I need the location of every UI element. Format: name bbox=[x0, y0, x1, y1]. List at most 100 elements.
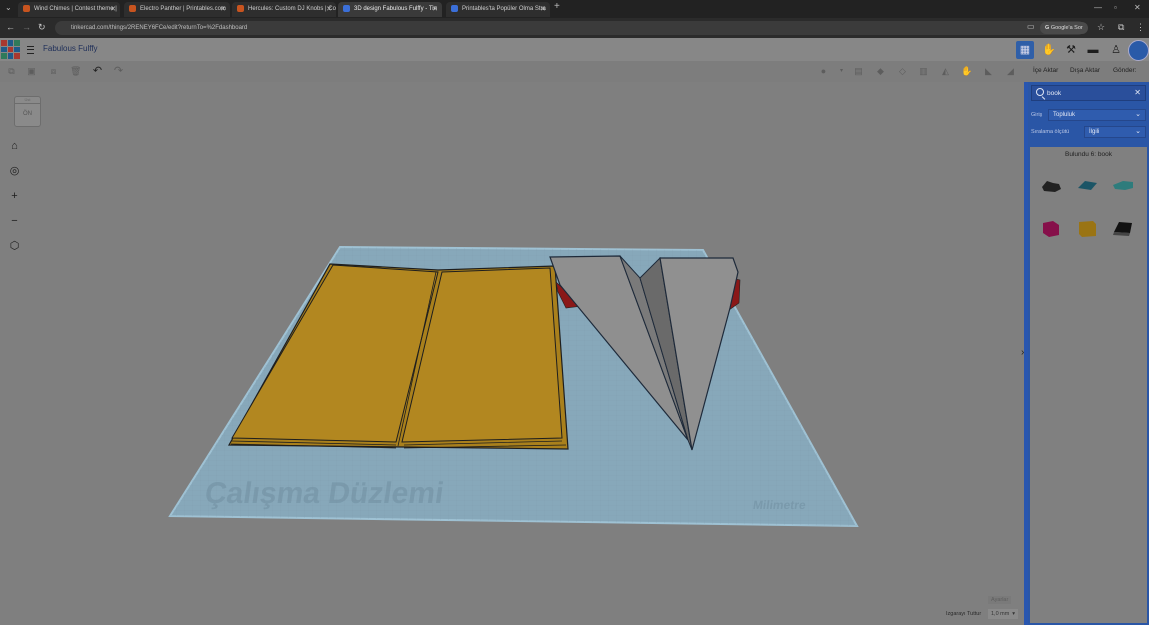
browser-tab[interactable]: Printables'ta Popüler Olma Stra ✕ bbox=[446, 2, 550, 17]
ruler-icon[interactable]: ◣ bbox=[983, 66, 994, 77]
ask-google-label: Google'a Sor bbox=[1050, 25, 1083, 31]
brick-icon: ▬ bbox=[1087, 44, 1099, 56]
align-icon[interactable]: ▥ bbox=[918, 66, 929, 77]
ask-google-button[interactable]: G Google'a Sor bbox=[1040, 22, 1088, 34]
paste-icon[interactable]: ▣ bbox=[26, 66, 37, 77]
bricks-button[interactable]: ▬ bbox=[1084, 41, 1102, 59]
workplane-label: Çalışma Düzlemi bbox=[202, 477, 446, 510]
extensions-icon[interactable]: ⧉ bbox=[1118, 22, 1124, 33]
delete-icon[interactable]: 🗑 bbox=[70, 66, 81, 77]
chevron-down-icon[interactable]: ▾ bbox=[836, 66, 847, 77]
sim-lab-button[interactable]: ⚒ bbox=[1062, 41, 1080, 59]
maximize-icon[interactable]: ▫ bbox=[1114, 3, 1117, 12]
ortho-view-button[interactable]: ⬡ bbox=[6, 238, 23, 255]
duplicate-icon[interactable]: ⧈ bbox=[48, 66, 59, 77]
snap-grid-value: 1,0 mm bbox=[991, 611, 1010, 617]
ungroup-icon[interactable]: ◇ bbox=[897, 66, 908, 77]
close-icon[interactable]: ✕ bbox=[326, 2, 332, 17]
workplane-canvas[interactable] bbox=[0, 82, 1024, 625]
minimize-icon[interactable]: — bbox=[1094, 3, 1102, 12]
sort-select[interactable]: İlgili ⌄ bbox=[1084, 126, 1146, 138]
result-thumbnail[interactable] bbox=[1111, 216, 1135, 240]
view-cube-front[interactable]: ÖN bbox=[15, 111, 40, 117]
close-icon[interactable]: ✕ bbox=[220, 2, 226, 17]
shape-search-box[interactable]: ✕ bbox=[1031, 85, 1146, 101]
result-thumbnail[interactable] bbox=[1039, 173, 1063, 197]
flip-icon[interactable]: ◭ bbox=[940, 66, 951, 77]
home-icon: ⌂ bbox=[11, 140, 18, 152]
3d-design-view-button[interactable]: ▦ bbox=[1016, 41, 1034, 59]
clear-search-icon[interactable]: ✕ bbox=[1134, 88, 1141, 97]
cast-icon[interactable]: ▭ bbox=[1027, 22, 1035, 31]
fit-view-icon: ◎ bbox=[9, 165, 20, 177]
redo-icon[interactable]: ↷ bbox=[113, 66, 124, 77]
chevron-down-icon: ⌄ bbox=[1135, 111, 1141, 118]
avatar[interactable] bbox=[1128, 40, 1149, 61]
undo-icon[interactable]: ↶ bbox=[92, 66, 103, 77]
zoom-in-button[interactable]: + bbox=[6, 188, 23, 205]
collapse-panel-icon[interactable]: › bbox=[1021, 347, 1024, 358]
pickaxe-icon: ⚒ bbox=[1066, 44, 1076, 56]
snap-grid-label: Izgarayı Tuttur bbox=[946, 611, 982, 617]
reload-icon[interactable]: ↻ bbox=[38, 22, 46, 33]
forward-icon[interactable]: → bbox=[22, 22, 31, 32]
light-bulb-icon[interactable]: ● bbox=[818, 66, 829, 77]
chevron-down-icon: ▾ bbox=[1012, 611, 1015, 617]
close-icon[interactable]: ✕ bbox=[432, 2, 438, 17]
tab-title: Wind Chimes | Contest theme | bbox=[34, 6, 117, 12]
hamburger-menu-icon[interactable] bbox=[27, 46, 34, 54]
back-icon[interactable]: ← bbox=[6, 22, 15, 32]
view-cube[interactable]: Üst ÖN bbox=[14, 96, 41, 127]
result-thumbnail[interactable] bbox=[1111, 173, 1135, 197]
workplane-units-label: Milimetre bbox=[752, 498, 807, 512]
home-view-button[interactable]: ⌂ bbox=[6, 138, 23, 155]
minus-icon: − bbox=[11, 215, 18, 227]
cube-icon: ⬡ bbox=[9, 240, 20, 252]
source-select[interactable]: Topluluk ⌄ bbox=[1048, 109, 1146, 121]
address-bar: ← → ↻ tinkercad.com/things/2RENEY6FCe/ed… bbox=[0, 18, 1149, 38]
result-thumbnail[interactable] bbox=[1075, 173, 1099, 197]
import-button[interactable]: İçe Aktar bbox=[1033, 67, 1058, 74]
close-window-icon[interactable]: ✕ bbox=[1134, 3, 1141, 12]
gemini-favicon-icon bbox=[451, 4, 458, 12]
browser-tab[interactable]: Electro Panther | Printables.com ✕ bbox=[124, 2, 230, 17]
view-cube-top[interactable]: Üst bbox=[15, 97, 40, 104]
send-button[interactable]: Gönder: bbox=[1113, 67, 1137, 74]
result-thumbnail[interactable] bbox=[1075, 216, 1099, 240]
url-field[interactable]: tinkercad.com/things/2RENEY6FCe/edit?ret… bbox=[55, 21, 1085, 35]
add-user-button[interactable]: ♙ bbox=[1107, 41, 1125, 59]
fit-view-button[interactable]: ◎ bbox=[6, 163, 23, 180]
copy-icon[interactable]: ⧉ bbox=[6, 66, 17, 77]
settings-button[interactable]: Ayarlar bbox=[988, 596, 1012, 604]
tab-search-icon[interactable]: ⌄ bbox=[5, 3, 12, 12]
tab-title: 3D design Fabulous Fulffy - Tin bbox=[354, 6, 437, 12]
cruise-icon[interactable]: ✋ bbox=[961, 66, 972, 77]
source-label: Giriş bbox=[1031, 112, 1043, 118]
source-value: Topluluk bbox=[1053, 112, 1076, 118]
result-thumbnail[interactable] bbox=[1039, 216, 1063, 240]
user-plus-icon: ♙ bbox=[1111, 44, 1121, 56]
close-icon[interactable]: ✕ bbox=[110, 2, 116, 17]
workplane-icon[interactable]: ◢ bbox=[1005, 66, 1016, 77]
group-icon[interactable]: ◆ bbox=[875, 66, 886, 77]
search-input[interactable] bbox=[1047, 88, 1127, 99]
shapes-panel: ✕ Giriş Topluluk ⌄ Sıralama ölçütü İlgil… bbox=[1028, 82, 1149, 625]
more-menu-icon[interactable]: ⋮ bbox=[1136, 22, 1145, 33]
browser-tab[interactable]: Hercules: Custom DJ Knobs | Co ✕ bbox=[232, 2, 336, 17]
sort-value: İlgili bbox=[1089, 129, 1100, 135]
close-icon[interactable]: ✕ bbox=[540, 2, 546, 17]
tinkercad-logo[interactable] bbox=[1, 40, 20, 59]
search-icon bbox=[1036, 88, 1044, 96]
blocks-view-button[interactable]: ✋ bbox=[1040, 41, 1058, 59]
note-icon[interactable]: ▤ bbox=[853, 66, 864, 77]
zoom-out-button[interactable]: − bbox=[6, 213, 23, 230]
browser-tab-active[interactable]: 3D design Fabulous Fulffy - Tin ✕ bbox=[338, 2, 442, 17]
design-title[interactable]: Fabulous Fulffy bbox=[43, 44, 98, 53]
chevron-down-icon: ⌄ bbox=[1135, 128, 1141, 135]
snap-grid-select[interactable]: 1,0 mm ▾ bbox=[988, 609, 1018, 619]
bookmark-star-icon[interactable]: ☆ bbox=[1097, 22, 1105, 33]
browser-tab[interactable]: Wind Chimes | Contest theme | ✕ bbox=[18, 2, 120, 17]
new-tab-icon[interactable]: + bbox=[554, 1, 560, 12]
tab-title: Printables'ta Popüler Olma Stra bbox=[462, 6, 546, 12]
export-button[interactable]: Dışa Aktar bbox=[1070, 67, 1100, 74]
